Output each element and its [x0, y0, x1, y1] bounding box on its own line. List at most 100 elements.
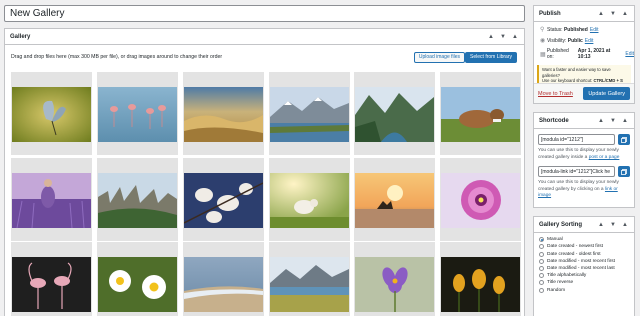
gallery-item-beach[interactable] — [183, 242, 264, 316]
gallery-item-tulips[interactable] — [440, 242, 521, 316]
gallery-item-butterfly[interactable] — [11, 72, 92, 155]
dropzone-text: Drag and drop files here (max 300 MB per… — [11, 54, 223, 60]
gallery-item-magnolias[interactable] — [183, 158, 264, 241]
radio[interactable] — [539, 287, 544, 293]
gallery-item-lamb[interactable] — [269, 158, 350, 241]
published-label: Published on: — [546, 48, 569, 60]
shortcode-row-2: [modula-link id="1212"]Click he — [538, 166, 630, 177]
sort-option-date-created-oldest[interactable]: Date created - oldest first — [539, 251, 634, 257]
alpine-river-image — [355, 87, 434, 142]
radio[interactable] — [539, 265, 544, 271]
link-shortcode-field[interactable]: [modula-link id="1212"]Click he — [538, 166, 615, 177]
published-row: ▦ Published on: Apr 1, 2021 at 10:13 Edi… — [534, 48, 634, 60]
gallery-item-desert[interactable] — [183, 72, 264, 155]
gallery-item-flamingos[interactable] — [97, 72, 178, 155]
shortcode-help-1: You can use this to display your newly c… — [538, 148, 630, 161]
copy-shortcode-button[interactable] — [618, 134, 630, 145]
gallery-item-cow[interactable] — [440, 72, 521, 155]
status-label: Status: — [547, 26, 563, 33]
gallery-item-rocks[interactable] — [97, 158, 178, 241]
radio[interactable] — [539, 244, 544, 250]
flamingo-pair-image — [12, 257, 91, 312]
radio-selected[interactable] — [539, 237, 544, 243]
resting-cow-image — [441, 87, 520, 142]
lavender-field-image — [12, 173, 91, 228]
chevron-down-icon[interactable]: ▼ — [608, 220, 618, 230]
visibility-label: Visibility: — [547, 37, 567, 44]
edit-status-link[interactable]: Edit — [590, 27, 599, 33]
gallery-box-header: Gallery ▲ ▼ ▲ — [5, 29, 524, 45]
chevron-up-icon[interactable]: ▲ — [596, 9, 606, 19]
chevron-up-icon[interactable]: ▲ — [596, 220, 606, 230]
sort-option-label: Random — [547, 287, 566, 293]
sort-option-title-alpha[interactable]: Title alphabetically — [539, 273, 634, 279]
radio[interactable] — [539, 258, 544, 264]
orange-tulips-image — [441, 257, 520, 312]
sort-option-manual[interactable]: Manual — [539, 237, 634, 243]
gallery-item-mountains[interactable] — [269, 72, 350, 155]
copy-icon — [621, 136, 627, 143]
sort-option-title-reverse[interactable]: Title reverse — [539, 280, 634, 286]
upload-image-files-button[interactable]: Upload image files — [413, 51, 466, 63]
copy-link-shortcode-button[interactable] — [618, 166, 630, 177]
collapse-toggle-icon[interactable]: ▲ — [620, 116, 630, 126]
publish-box-header: Publish ▲ ▼ ▲ — [534, 6, 634, 22]
radio[interactable] — [539, 280, 544, 286]
calendar-icon: ▦ — [540, 51, 546, 58]
copy-icon — [621, 168, 627, 175]
dropzone-row[interactable]: Drag and drop files here (max 300 MB per… — [11, 50, 517, 64]
chevron-down-icon[interactable]: ▼ — [608, 9, 618, 19]
gallery-item-alpine[interactable] — [354, 72, 435, 155]
shortcode-box: Shortcode ▲ ▼ ▲ [modula id="1212"] You c… — [533, 112, 635, 208]
gallery-heading: Gallery — [10, 33, 31, 40]
sort-option-label: Date modified - most recent first — [547, 258, 615, 264]
rock-pillars-image — [98, 173, 177, 228]
collapse-toggle-icon[interactable]: ▲ — [620, 220, 630, 230]
chevron-up-icon[interactable]: ▲ — [596, 116, 606, 126]
sunset-dog-image — [355, 173, 434, 228]
gallery-item-flamingo-pair[interactable] — [11, 242, 92, 316]
collapse-toggle-icon[interactable]: ▲ — [510, 32, 520, 42]
edit-visibility-link[interactable]: Edit — [585, 38, 594, 44]
sort-option-label: Title alphabetically — [547, 273, 587, 279]
gallery-item-sunset[interactable] — [354, 158, 435, 241]
gallery-item-meadow[interactable] — [269, 242, 350, 316]
post-or-page-link[interactable]: post or a page — [589, 155, 620, 160]
gallery-item-lavender[interactable] — [11, 158, 92, 241]
status-row: ⚲ Status: Published Edit — [534, 26, 634, 34]
sort-option-label: Date modified - most recent last — [547, 265, 615, 271]
chevron-up-icon[interactable]: ▲ — [486, 32, 496, 42]
sort-option-date-created-newest[interactable]: Date created - newest first — [539, 244, 634, 250]
lamb-in-meadow-image — [270, 173, 349, 228]
daisies-image — [98, 257, 177, 312]
gallery-sorting-box: Gallery Sorting ▲ ▼ ▲ Manual Date create… — [533, 216, 635, 316]
sorting-options: Manual Date created - newest first Date … — [534, 233, 634, 293]
move-to-trash-link[interactable]: Move to Trash — [538, 91, 573, 97]
gallery-sorting-header: Gallery Sorting ▲ ▼ ▲ — [534, 217, 634, 233]
gallery-item-flower[interactable] — [440, 158, 521, 241]
chevron-down-icon[interactable]: ▼ — [608, 116, 618, 126]
sort-option-date-modified-recent-last[interactable]: Date modified - most recent last — [539, 265, 634, 271]
update-gallery-button[interactable]: Update Gallery — [583, 87, 630, 100]
sorting-heading: Gallery Sorting — [539, 221, 583, 228]
publish-actions: Move to Trash Update Gallery — [534, 83, 634, 103]
sort-option-random[interactable]: Random — [539, 287, 634, 293]
eye-icon: ◉ — [540, 38, 546, 44]
shortcode-heading: Shortcode — [539, 117, 569, 124]
radio[interactable] — [539, 273, 544, 279]
gallery-item-crocus[interactable] — [354, 242, 435, 316]
edit-date-link[interactable]: Edit — [625, 51, 634, 57]
chevron-down-icon[interactable]: ▼ — [498, 32, 508, 42]
mountain-lake-image — [270, 87, 349, 142]
sort-option-date-modified-recent-first[interactable]: Date modified - most recent first — [539, 258, 634, 264]
shortcode-help-2: You can use this to display your newly c… — [538, 180, 630, 200]
shortcode-box-header: Shortcode ▲ ▼ ▲ — [534, 113, 634, 129]
select-from-library-button[interactable]: Select from Library — [465, 51, 517, 63]
gallery-shortcode-field[interactable]: [modula id="1212"] — [538, 134, 615, 145]
collapse-toggle-icon[interactable]: ▲ — [620, 9, 630, 19]
gallery-title-input[interactable]: New Gallery — [4, 5, 525, 22]
radio[interactable] — [539, 251, 544, 257]
publish-heading: Publish — [539, 10, 561, 17]
gallery-item-daisies[interactable] — [97, 242, 178, 316]
publish-box: Publish ▲ ▼ ▲ ⚲ Status: Published Edit ◉… — [533, 5, 635, 104]
